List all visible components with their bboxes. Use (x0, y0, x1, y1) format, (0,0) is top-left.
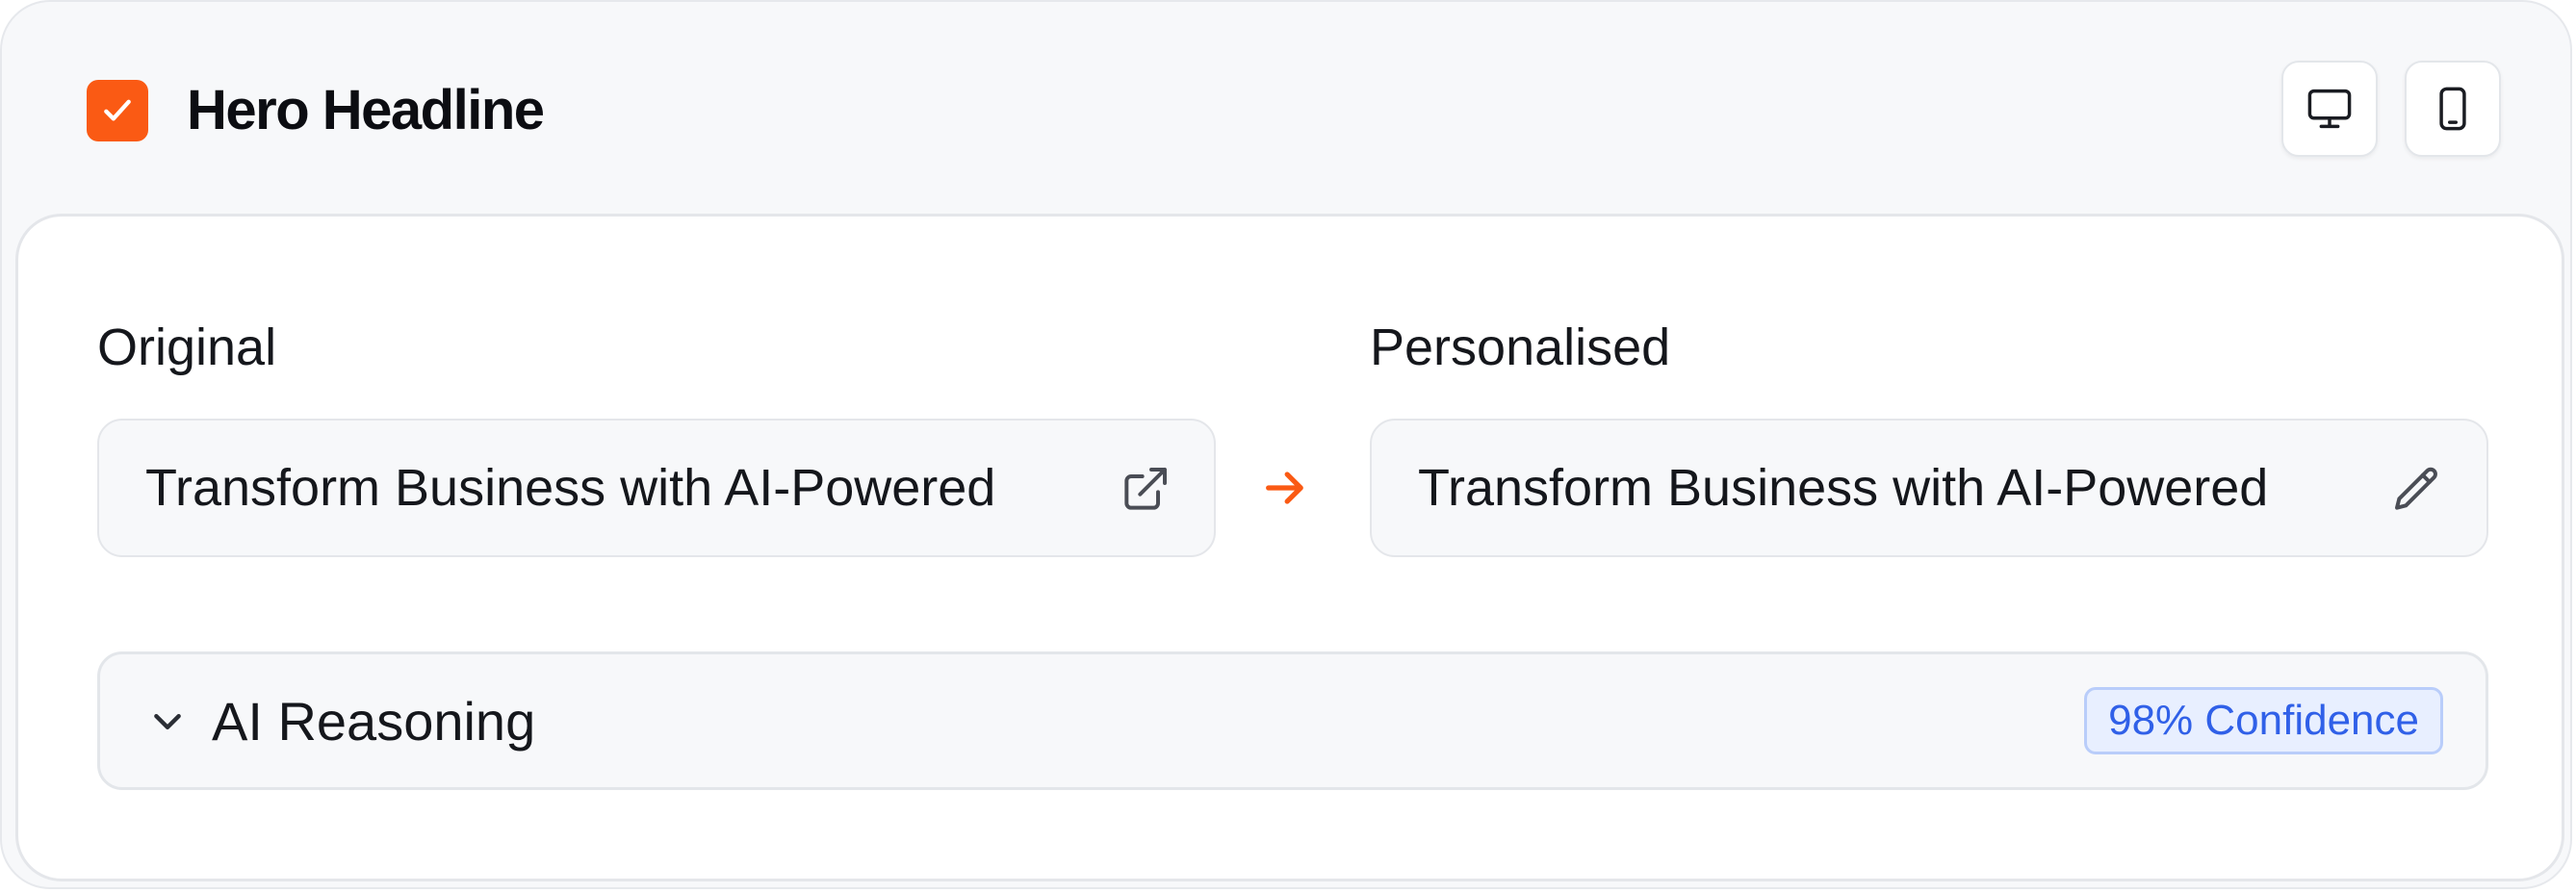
include-checkbox[interactable] (87, 80, 148, 141)
checkmark-icon (104, 99, 131, 121)
hero-headline-card: Hero Headline Original Personalised Tran… (0, 0, 2572, 889)
ai-reasoning-toggle[interactable]: AI Reasoning 98% Confidence (97, 651, 2488, 790)
mobile-view-button[interactable] (2405, 61, 2501, 157)
desktop-icon (2307, 89, 2352, 129)
personalised-value: Transform Business with AI-Powered (1418, 459, 2269, 517)
original-field: Transform Business with AI-Powered (97, 419, 1216, 557)
mobile-icon (2439, 87, 2466, 131)
ai-reasoning-label: AI Reasoning (212, 691, 536, 752)
arrow-right-icon (1266, 472, 1303, 504)
personalised-label: Personalised (1370, 319, 1671, 376)
section-title: Hero Headline (187, 79, 545, 141)
pencil-icon[interactable] (2390, 463, 2444, 517)
content-panel: Original Personalised Transform Business… (15, 214, 2564, 881)
original-value: Transform Business with AI-Powered (145, 459, 996, 517)
original-label: Original (97, 319, 277, 376)
desktop-view-button[interactable] (2281, 61, 2378, 157)
confidence-badge: 98% Confidence (2084, 687, 2443, 754)
personalised-field[interactable]: Transform Business with AI-Powered (1370, 419, 2488, 557)
external-link-icon[interactable] (1118, 463, 1172, 517)
card-header: Hero Headline (2, 2, 2570, 216)
chevron-down-icon (154, 714, 181, 729)
